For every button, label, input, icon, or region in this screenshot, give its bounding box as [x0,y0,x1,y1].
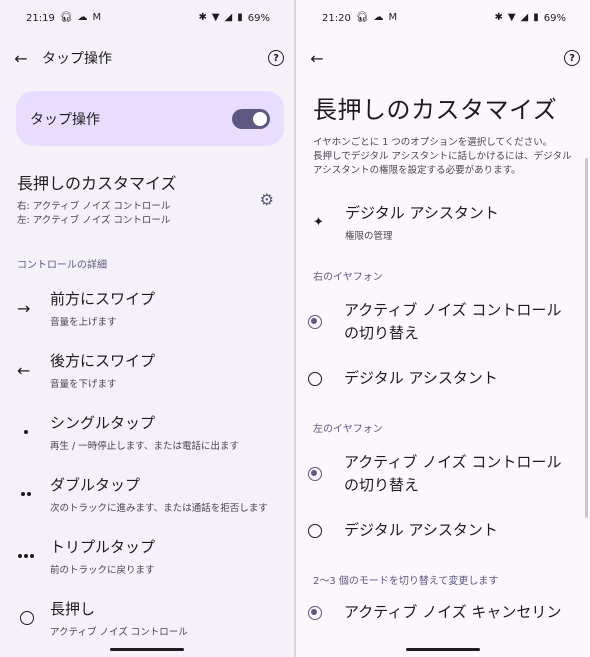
bluetooth-icon: ✱ [198,12,207,23]
item-subtitle: アクティブ ノイズ コントロール [50,627,188,638]
sparkle-icon: ✦ [313,214,324,230]
gesture-handle[interactable] [110,648,184,651]
list-item-single-tap[interactable]: シングルタップ 再生 / 一時停止します、または電話に出ます [0,401,294,463]
master-toggle-label: タップ操作 [30,111,100,128]
back-arrow-icon[interactable]: ← [10,47,32,69]
back-arrow-icon[interactable]: ← [306,47,328,69]
signal-icon: ◢ [224,12,233,23]
item-subtitle: 前のトラックに戻ります [50,565,155,576]
app-bar: ← ? [296,36,590,80]
status-bar: 21:20 🎧︎ ☁ M ✱ ▼ ◢ ▮ 69% [296,0,590,36]
item-title: 前方にスワイプ [50,290,156,308]
list-item-swipe-forward[interactable]: → 前方にスワイプ 音量を上げます [0,277,294,339]
list-item-triple-tap[interactable]: トリプルタップ 前のトラックに戻ります [0,525,294,587]
page-title: タップ操作 [42,51,112,67]
battery-icon: ▮ [237,12,243,23]
list-item-swipe-back[interactable]: ← 後方にスワイプ 音量を下げます [0,339,294,401]
arrow-right-icon: → [17,298,31,318]
radio-option-right-assistant[interactable]: デジタル アシスタント [296,367,590,390]
help-icon[interactable]: ? [564,50,580,66]
headphones-icon: 🎧︎ [59,12,73,23]
radio-unselected-icon[interactable] [308,523,322,538]
long-press-right: 右: アクティブ ノイズ コントロール [17,201,171,212]
radio-option-right-anc[interactable]: アクティブ ノイズ コントロール の切り替え [296,299,590,345]
option-label: アクティブ ノイズ キャンセリン [344,603,562,621]
right-screen: 21:20 🎧︎ ☁ M ✱ ▼ ◢ ▮ 69% ← ? 長押しのカスタマイズ … [296,0,590,657]
assistant-subtitle: 権限の管理 [345,231,393,242]
wifi-icon: ▼ [507,12,516,23]
signal-icon: ◢ [520,12,529,23]
option-label: デジタル アシスタント [344,521,498,539]
radio-selected-icon[interactable] [308,467,322,481]
radio-option-left-assistant[interactable]: デジタル アシスタント [296,519,590,542]
option-label: アクティブ ノイズ コントロール [344,301,562,319]
cloud-icon: ☁ [77,12,88,23]
double-dot-icon [17,492,50,496]
item-subtitle: 再生 / 一時停止します、または電話に出ます [50,441,239,452]
battery-percent: 69% [543,12,566,24]
controls-section-label: コントロールの詳細 [17,260,107,271]
triple-dot-icon [17,554,50,558]
left-screen: 21:19 🎧︎ ☁ M ✱ ▼ ◢ ▮ 69% ← タップ操作 ? タップ操作… [0,0,294,657]
scrollbar[interactable] [585,158,588,518]
modes-section-label: 2〜3 個のモードを切り替えて変更します [313,576,499,587]
master-toggle-card[interactable]: タップ操作 [16,91,284,146]
checkbox-option-anc[interactable]: アクティブ ノイズ キャンセリン [296,601,590,624]
item-subtitle: 音量を下げます [50,379,117,390]
circle-icon [17,611,50,625]
single-dot-icon [17,430,50,434]
item-title: 長押し [50,600,96,618]
list-item-long-press[interactable]: 長押し アクティブ ノイズ コントロール [0,587,294,649]
gmail-icon: M [92,12,102,23]
page-heading: 長押しのカスタマイズ [313,96,558,124]
cloud-icon: ☁ [373,12,384,23]
radio-unselected-icon[interactable] [308,371,322,386]
long-press-title: 長押しのカスタマイズ [17,174,177,193]
status-time: 21:20 [322,12,351,24]
arrow-left-icon: ← [17,360,31,380]
item-title: シングルタップ [50,414,156,432]
gear-icon[interactable]: ⚙ [260,190,274,209]
toggle-thumb [253,111,267,126]
app-bar: ← タップ操作 ? [0,36,294,80]
item-title: 後方にスワイプ [50,352,156,370]
gesture-handle[interactable] [406,648,480,651]
item-subtitle: 次のトラックに進みます、または通話を拒否します [50,503,268,514]
right-earbud-section-label: 右のイヤフォン [313,272,383,283]
headphones-icon: 🎧︎ [355,12,369,23]
item-title: トリプルタップ [50,538,156,556]
master-toggle-switch[interactable] [232,108,270,129]
long-press-left: 左: アクティブ ノイズ コントロール [17,215,171,226]
left-earbud-section-label: 左のイヤフォン [313,424,383,435]
wifi-icon: ▼ [211,12,220,23]
battery-percent: 69% [247,12,270,24]
checkbox-icon[interactable] [308,605,322,620]
option-label: デジタル アシスタント [344,369,498,387]
bluetooth-icon: ✱ [494,12,503,23]
digital-assistant-row[interactable]: ✦ デジタル アシスタント 権限の管理 [296,202,590,242]
description: イヤホンごとに 1 つのオプションを選択してください。 長押しでデジタル アシス… [313,137,572,176]
status-time: 21:19 [26,12,55,24]
assistant-title: デジタル アシスタント [345,204,499,222]
item-subtitle: 音量を上げます [50,317,117,328]
radio-selected-icon[interactable] [308,315,322,329]
option-label: アクティブ ノイズ コントロール [344,453,562,471]
radio-option-left-anc[interactable]: アクティブ ノイズ コントロール の切り替え [296,451,590,497]
option-label-cont: の切り替え [344,324,420,342]
long-press-customize-row[interactable]: 長押しのカスタマイズ 右: アクティブ ノイズ コントロール 左: アクティブ … [0,170,294,228]
help-icon[interactable]: ? [268,50,284,66]
list-item-double-tap[interactable]: ダブルタップ 次のトラックに進みます、または通話を拒否します [0,463,294,525]
gmail-icon: M [388,12,398,23]
status-bar: 21:19 🎧︎ ☁ M ✱ ▼ ◢ ▮ 69% [0,0,294,36]
option-label-cont: の切り替え [344,476,420,494]
battery-icon: ▮ [533,12,539,23]
item-title: ダブルタップ [50,476,141,494]
